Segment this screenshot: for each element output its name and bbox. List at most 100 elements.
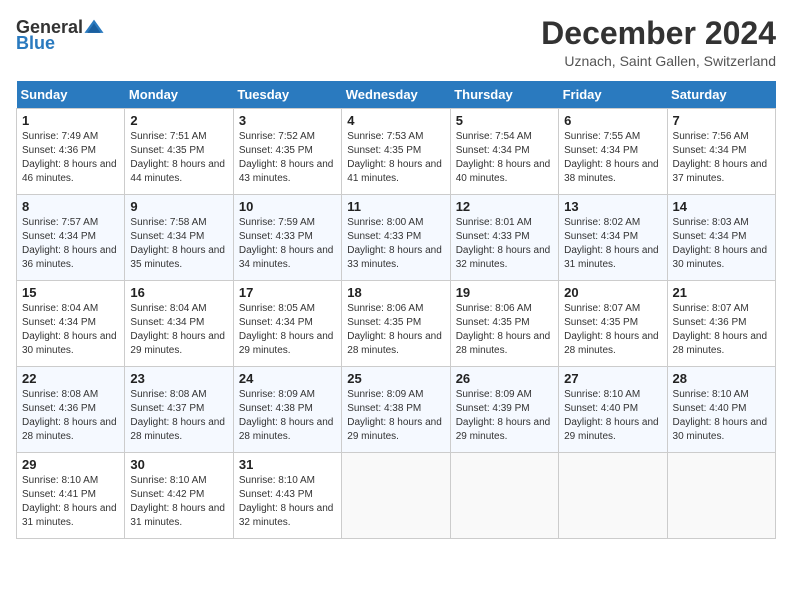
title-area: December 2024 Uznach, Saint Gallen, Swit… [541,16,776,69]
day-detail: Sunrise: 7:56 AMSunset: 4:34 PMDaylight:… [673,130,770,186]
day-number: 9 [130,199,227,214]
day-detail: Sunrise: 7:55 AMSunset: 4:34 PMDaylight:… [564,130,661,186]
column-header-friday: Friday [559,81,667,109]
day-number: 13 [564,199,661,214]
day-cell-25: 25 Sunrise: 8:09 AMSunset: 4:38 PMDaylig… [342,367,450,453]
empty-cell [342,453,450,539]
day-cell-29: 29 Sunrise: 8:10 AMSunset: 4:41 PMDaylig… [17,453,125,539]
day-detail: Sunrise: 7:51 AMSunset: 4:35 PMDaylight:… [130,130,227,186]
day-number: 20 [564,285,661,300]
day-detail: Sunrise: 8:01 AMSunset: 4:33 PMDaylight:… [456,216,553,272]
day-number: 12 [456,199,553,214]
empty-cell [450,453,558,539]
day-detail: Sunrise: 8:08 AMSunset: 4:36 PMDaylight:… [22,388,119,444]
day-number: 27 [564,371,661,386]
day-number: 1 [22,113,119,128]
week-row-2: 8 Sunrise: 7:57 AMSunset: 4:34 PMDayligh… [17,195,776,281]
day-cell-27: 27 Sunrise: 8:10 AMSunset: 4:40 PMDaylig… [559,367,667,453]
day-detail: Sunrise: 8:10 AMSunset: 4:42 PMDaylight:… [130,474,227,530]
day-cell-5: 5 Sunrise: 7:54 AMSunset: 4:34 PMDayligh… [450,109,558,195]
day-detail: Sunrise: 8:09 AMSunset: 4:38 PMDaylight:… [239,388,336,444]
day-detail: Sunrise: 8:06 AMSunset: 4:35 PMDaylight:… [456,302,553,358]
empty-cell [559,453,667,539]
day-detail: Sunrise: 8:07 AMSunset: 4:35 PMDaylight:… [564,302,661,358]
day-detail: Sunrise: 7:52 AMSunset: 4:35 PMDaylight:… [239,130,336,186]
day-number: 10 [239,199,336,214]
day-number: 14 [673,199,770,214]
calendar-table: SundayMondayTuesdayWednesdayThursdayFrid… [16,81,776,539]
day-cell-30: 30 Sunrise: 8:10 AMSunset: 4:42 PMDaylig… [125,453,233,539]
empty-cell [667,453,775,539]
day-cell-22: 22 Sunrise: 8:08 AMSunset: 4:36 PMDaylig… [17,367,125,453]
day-number: 26 [456,371,553,386]
logo-icon [83,16,105,38]
logo: General Blue [16,16,105,52]
day-number: 30 [130,457,227,472]
day-cell-4: 4 Sunrise: 7:53 AMSunset: 4:35 PMDayligh… [342,109,450,195]
column-header-sunday: Sunday [17,81,125,109]
day-number: 3 [239,113,336,128]
day-cell-12: 12 Sunrise: 8:01 AMSunset: 4:33 PMDaylig… [450,195,558,281]
day-cell-7: 7 Sunrise: 7:56 AMSunset: 4:34 PMDayligh… [667,109,775,195]
day-detail: Sunrise: 8:06 AMSunset: 4:35 PMDaylight:… [347,302,444,358]
day-cell-9: 9 Sunrise: 7:58 AMSunset: 4:34 PMDayligh… [125,195,233,281]
day-cell-19: 19 Sunrise: 8:06 AMSunset: 4:35 PMDaylig… [450,281,558,367]
day-number: 25 [347,371,444,386]
day-cell-28: 28 Sunrise: 8:10 AMSunset: 4:40 PMDaylig… [667,367,775,453]
day-number: 24 [239,371,336,386]
day-detail: Sunrise: 8:09 AMSunset: 4:39 PMDaylight:… [456,388,553,444]
logo-blue: Blue [16,34,55,52]
calendar-header-row: SundayMondayTuesdayWednesdayThursdayFrid… [17,81,776,109]
month-title: December 2024 [541,16,776,51]
day-cell-17: 17 Sunrise: 8:05 AMSunset: 4:34 PMDaylig… [233,281,341,367]
week-row-5: 29 Sunrise: 8:10 AMSunset: 4:41 PMDaylig… [17,453,776,539]
day-detail: Sunrise: 8:04 AMSunset: 4:34 PMDaylight:… [130,302,227,358]
day-cell-24: 24 Sunrise: 8:09 AMSunset: 4:38 PMDaylig… [233,367,341,453]
day-detail: Sunrise: 8:05 AMSunset: 4:34 PMDaylight:… [239,302,336,358]
day-detail: Sunrise: 8:09 AMSunset: 4:38 PMDaylight:… [347,388,444,444]
day-detail: Sunrise: 7:58 AMSunset: 4:34 PMDaylight:… [130,216,227,272]
day-cell-2: 2 Sunrise: 7:51 AMSunset: 4:35 PMDayligh… [125,109,233,195]
day-cell-16: 16 Sunrise: 8:04 AMSunset: 4:34 PMDaylig… [125,281,233,367]
day-cell-26: 26 Sunrise: 8:09 AMSunset: 4:39 PMDaylig… [450,367,558,453]
column-header-thursday: Thursday [450,81,558,109]
day-cell-23: 23 Sunrise: 8:08 AMSunset: 4:37 PMDaylig… [125,367,233,453]
day-number: 5 [456,113,553,128]
day-number: 31 [239,457,336,472]
day-detail: Sunrise: 8:08 AMSunset: 4:37 PMDaylight:… [130,388,227,444]
day-number: 23 [130,371,227,386]
column-header-tuesday: Tuesday [233,81,341,109]
day-cell-18: 18 Sunrise: 8:06 AMSunset: 4:35 PMDaylig… [342,281,450,367]
day-number: 8 [22,199,119,214]
column-header-monday: Monday [125,81,233,109]
day-detail: Sunrise: 8:07 AMSunset: 4:36 PMDaylight:… [673,302,770,358]
day-number: 7 [673,113,770,128]
day-number: 29 [22,457,119,472]
column-header-saturday: Saturday [667,81,775,109]
day-number: 15 [22,285,119,300]
day-cell-1: 1 Sunrise: 7:49 AMSunset: 4:36 PMDayligh… [17,109,125,195]
day-number: 2 [130,113,227,128]
day-number: 11 [347,199,444,214]
day-detail: Sunrise: 7:49 AMSunset: 4:36 PMDaylight:… [22,130,119,186]
day-cell-21: 21 Sunrise: 8:07 AMSunset: 4:36 PMDaylig… [667,281,775,367]
day-detail: Sunrise: 8:10 AMSunset: 4:40 PMDaylight:… [564,388,661,444]
day-cell-14: 14 Sunrise: 8:03 AMSunset: 4:34 PMDaylig… [667,195,775,281]
day-cell-31: 31 Sunrise: 8:10 AMSunset: 4:43 PMDaylig… [233,453,341,539]
header: General Blue December 2024 Uznach, Saint… [16,16,776,69]
day-number: 22 [22,371,119,386]
day-cell-11: 11 Sunrise: 8:00 AMSunset: 4:33 PMDaylig… [342,195,450,281]
day-number: 16 [130,285,227,300]
day-cell-20: 20 Sunrise: 8:07 AMSunset: 4:35 PMDaylig… [559,281,667,367]
day-number: 17 [239,285,336,300]
day-cell-13: 13 Sunrise: 8:02 AMSunset: 4:34 PMDaylig… [559,195,667,281]
week-row-4: 22 Sunrise: 8:08 AMSunset: 4:36 PMDaylig… [17,367,776,453]
column-header-wednesday: Wednesday [342,81,450,109]
day-detail: Sunrise: 8:03 AMSunset: 4:34 PMDaylight:… [673,216,770,272]
day-number: 18 [347,285,444,300]
day-detail: Sunrise: 7:57 AMSunset: 4:34 PMDaylight:… [22,216,119,272]
day-number: 4 [347,113,444,128]
day-detail: Sunrise: 8:04 AMSunset: 4:34 PMDaylight:… [22,302,119,358]
day-number: 19 [456,285,553,300]
day-detail: Sunrise: 7:59 AMSunset: 4:33 PMDaylight:… [239,216,336,272]
